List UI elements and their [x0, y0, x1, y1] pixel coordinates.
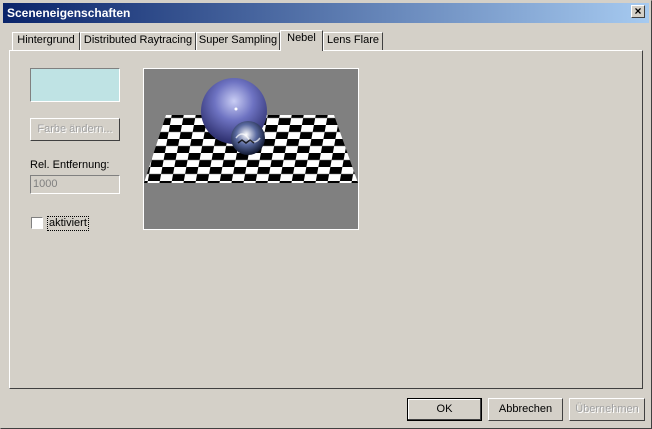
preview-image — [143, 68, 359, 230]
ok-button[interactable]: OK — [407, 398, 482, 421]
cancel-button[interactable]: Abbrechen — [488, 398, 563, 421]
enabled-checkbox[interactable] — [31, 217, 43, 229]
tab-panel-nebel: Farbe ändern... Rel. Entfernung: 1000 ak… — [9, 50, 643, 389]
title-bar[interactable]: Sceneneigenschaften × — [3, 3, 649, 23]
change-color-button[interactable]: Farbe ändern... — [30, 118, 120, 141]
tab-label: Distributed Raytracing — [83, 34, 193, 46]
enabled-label[interactable]: aktiviert — [47, 216, 89, 231]
distance-label: Rel. Entfernung: — [30, 159, 110, 171]
tab-super-sampling[interactable]: Super Sampling — [196, 32, 280, 50]
fog-color-swatch — [30, 68, 120, 102]
tab-nebel[interactable]: Nebel — [280, 30, 323, 51]
tab-label: Lens Flare — [327, 34, 379, 46]
close-icon: × — [634, 4, 642, 18]
apply-button[interactable]: Übernehmen — [569, 398, 645, 421]
dialog-window: Sceneneigenschaften × Hintergrund Distri… — [0, 0, 652, 429]
distance-input[interactable]: 1000 — [30, 175, 120, 194]
tab-hintergrund[interactable]: Hintergrund — [12, 32, 80, 50]
window-title: Sceneneigenschaften — [7, 6, 131, 20]
tab-label: Nebel — [287, 32, 316, 44]
tab-label: Super Sampling — [198, 34, 278, 46]
tab-lens-flare[interactable]: Lens Flare — [323, 32, 383, 50]
close-button[interactable]: × — [631, 5, 645, 18]
tab-label: Hintergrund — [17, 34, 75, 46]
render-preview-svg — [144, 69, 358, 229]
tab-distributed-raytracing[interactable]: Distributed Raytracing — [80, 32, 196, 50]
